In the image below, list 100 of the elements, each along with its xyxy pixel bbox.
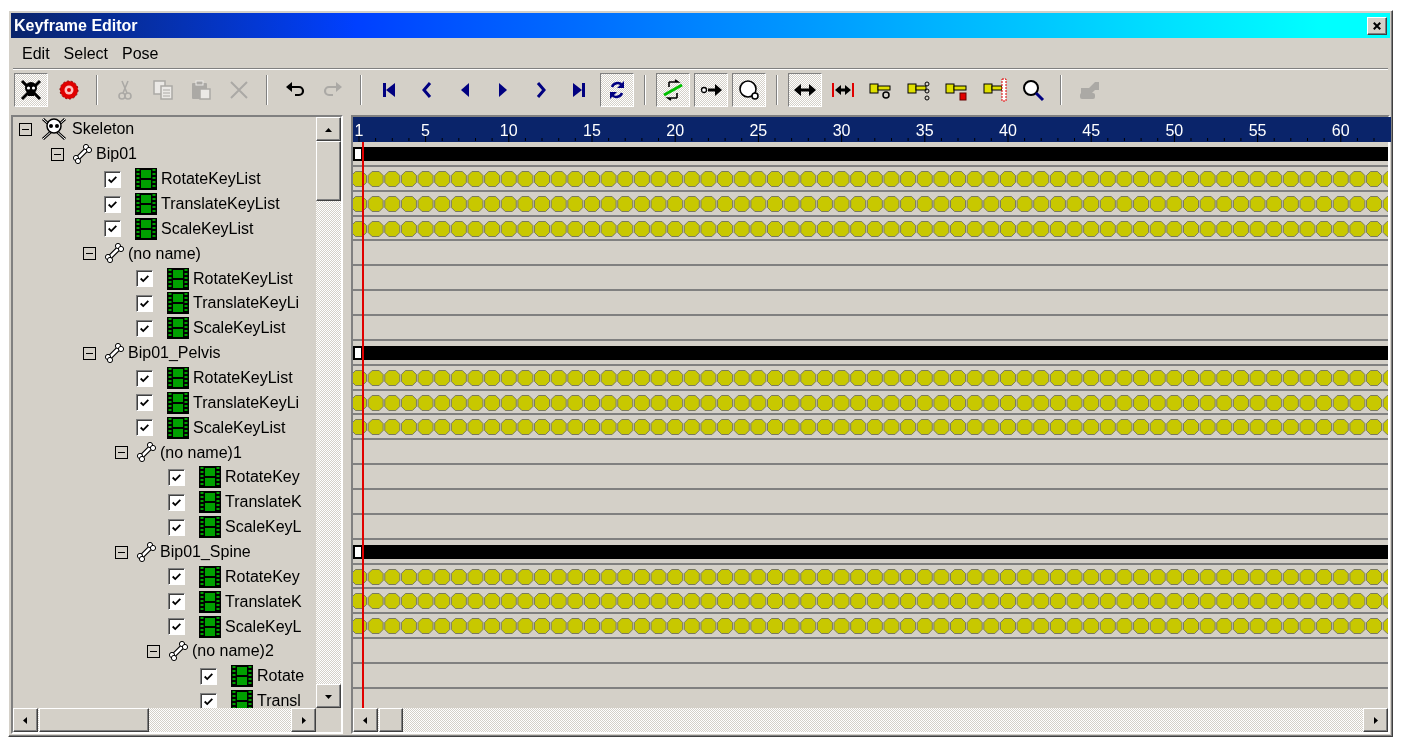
checkbox[interactable] bbox=[136, 394, 153, 412]
tree-item-label[interactable]: ScaleKeyList bbox=[161, 219, 254, 238]
tree-item-label[interactable]: ScaleKeyList bbox=[193, 319, 286, 338]
checkbox[interactable] bbox=[136, 419, 153, 437]
tree-item-label[interactable]: TranslateKeyLi bbox=[193, 294, 300, 313]
skull-icon bbox=[40, 117, 68, 143]
keyframe-track[interactable] bbox=[353, 218, 1388, 239]
scroll-thumb[interactable] bbox=[379, 708, 403, 732]
frame-number: 50 bbox=[1165, 122, 1184, 139]
key-marker[interactable] bbox=[355, 347, 361, 358]
scroll-up-button[interactable] bbox=[316, 117, 341, 141]
timeline-ruler[interactable]: 1 5 10 15 20 25 30 35 40 45 50 55 60 bbox=[353, 117, 1391, 142]
tree-item-label[interactable]: Bip01 bbox=[96, 145, 137, 164]
tree-item-label[interactable]: Bip01_Pelvis bbox=[128, 344, 221, 363]
film-icon bbox=[135, 217, 157, 240]
tree-item-label[interactable]: RotateKeyList bbox=[161, 170, 261, 189]
lasso-button[interactable] bbox=[732, 73, 766, 107]
film-icon bbox=[199, 466, 221, 489]
bone-icon bbox=[136, 442, 156, 464]
collapse-icon[interactable] bbox=[83, 346, 96, 360]
tree-item-label[interactable]: ScaleKeyL bbox=[225, 617, 302, 636]
key-icon bbox=[983, 78, 1007, 102]
checkbox[interactable] bbox=[200, 692, 217, 708]
keyframe-track[interactable] bbox=[353, 591, 1388, 612]
keyframe-track[interactable] bbox=[353, 168, 1388, 189]
check-icon bbox=[107, 223, 118, 235]
tree-item-label[interactable]: (no name)2 bbox=[192, 642, 274, 661]
scroll-down-button[interactable] bbox=[316, 684, 341, 708]
scroll-thumb[interactable] bbox=[316, 141, 341, 201]
tree-item-label[interactable]: RotateKey bbox=[225, 567, 300, 586]
target-icon bbox=[57, 78, 81, 102]
tree-item-label[interactable]: RotateKeyList bbox=[193, 269, 293, 288]
tree-item-label[interactable]: (no name)1 bbox=[160, 443, 242, 462]
checkbox[interactable] bbox=[168, 493, 185, 511]
skeleton-button[interactable] bbox=[14, 73, 48, 107]
tree-item-label[interactable]: RotateKeyList bbox=[193, 369, 293, 387]
tree-item-label[interactable]: ScaleKeyL bbox=[225, 518, 302, 537]
checkbox[interactable] bbox=[168, 618, 185, 636]
key-marker[interactable] bbox=[355, 546, 361, 557]
checkbox[interactable] bbox=[168, 593, 185, 611]
window-title: Keyframe Editor bbox=[14, 16, 138, 35]
skull-icon bbox=[19, 78, 43, 102]
collapse-icon[interactable] bbox=[83, 247, 96, 261]
scroll-thumb[interactable] bbox=[39, 708, 149, 732]
check-icon bbox=[139, 372, 150, 384]
checkbox[interactable] bbox=[136, 319, 153, 337]
scroll-left-button[interactable] bbox=[353, 708, 378, 732]
loop-button[interactable] bbox=[600, 73, 634, 107]
summary-bar[interactable] bbox=[353, 544, 1388, 559]
scroll-left-button[interactable] bbox=[13, 708, 38, 732]
checkbox[interactable] bbox=[136, 369, 153, 387]
checkbox[interactable] bbox=[168, 468, 185, 486]
frame-number: 10 bbox=[499, 122, 518, 139]
collapse-icon[interactable] bbox=[147, 644, 160, 658]
checkbox[interactable] bbox=[168, 568, 185, 586]
keyframe-track[interactable] bbox=[353, 392, 1388, 413]
checkbox[interactable] bbox=[136, 294, 153, 312]
check-icon bbox=[139, 297, 150, 309]
tree-item-label[interactable]: Transl bbox=[257, 692, 301, 708]
checkbox[interactable] bbox=[104, 220, 121, 238]
summary-bar[interactable] bbox=[353, 345, 1388, 360]
tree-item-label[interactable]: ScaleKeyList bbox=[193, 418, 286, 437]
checkbox[interactable] bbox=[104, 170, 121, 188]
keyframe-track[interactable] bbox=[353, 616, 1388, 637]
tree-item-label[interactable]: Bip01_Spine bbox=[160, 543, 251, 562]
collapse-icon[interactable] bbox=[19, 122, 32, 136]
checkbox[interactable] bbox=[168, 518, 185, 536]
tree-item-label[interactable]: RotateKey bbox=[225, 468, 300, 487]
keyframe-track[interactable] bbox=[353, 193, 1388, 214]
tree-item-label[interactable]: (no name) bbox=[128, 244, 201, 263]
checkbox[interactable] bbox=[136, 270, 153, 288]
keyframe-track[interactable] bbox=[353, 367, 1388, 388]
collapse-icon[interactable] bbox=[115, 446, 128, 460]
frame-number: 45 bbox=[1082, 122, 1101, 139]
tree-item-label[interactable]: TranslateK bbox=[225, 493, 302, 512]
stretch-button[interactable] bbox=[788, 73, 822, 107]
tree-item-label[interactable]: Rotate bbox=[257, 667, 305, 686]
film-icon bbox=[199, 590, 221, 613]
tree-item-label[interactable]: TranslateKeyLi bbox=[193, 393, 300, 412]
collapse-icon[interactable] bbox=[115, 545, 128, 559]
menu-item[interactable]: Select bbox=[56, 43, 116, 65]
tree-item-label[interactable]: Skeleton bbox=[72, 120, 135, 139]
check-icon bbox=[203, 670, 214, 682]
checkbox[interactable] bbox=[104, 195, 121, 213]
checkbox[interactable] bbox=[200, 667, 217, 685]
key-marker[interactable] bbox=[355, 149, 361, 159]
key-arrow-button[interactable] bbox=[694, 73, 728, 107]
scroll-right-button[interactable] bbox=[1363, 708, 1388, 732]
keyframe-track[interactable] bbox=[353, 417, 1388, 438]
keyframe-track[interactable] bbox=[353, 566, 1388, 587]
check-icon bbox=[171, 596, 182, 608]
check-icon bbox=[139, 273, 150, 285]
close-button[interactable] bbox=[1367, 16, 1387, 35]
scroll-right-button[interactable] bbox=[291, 708, 316, 732]
tree-item-label[interactable]: TranslateKeyList bbox=[161, 195, 280, 213]
sync-button[interactable] bbox=[656, 73, 690, 107]
menu-item[interactable]: Edit bbox=[15, 43, 57, 65]
collapse-icon[interactable] bbox=[51, 147, 64, 161]
menu-item[interactable]: Pose bbox=[115, 43, 166, 65]
tree-item-label[interactable]: TranslateK bbox=[225, 592, 302, 611]
